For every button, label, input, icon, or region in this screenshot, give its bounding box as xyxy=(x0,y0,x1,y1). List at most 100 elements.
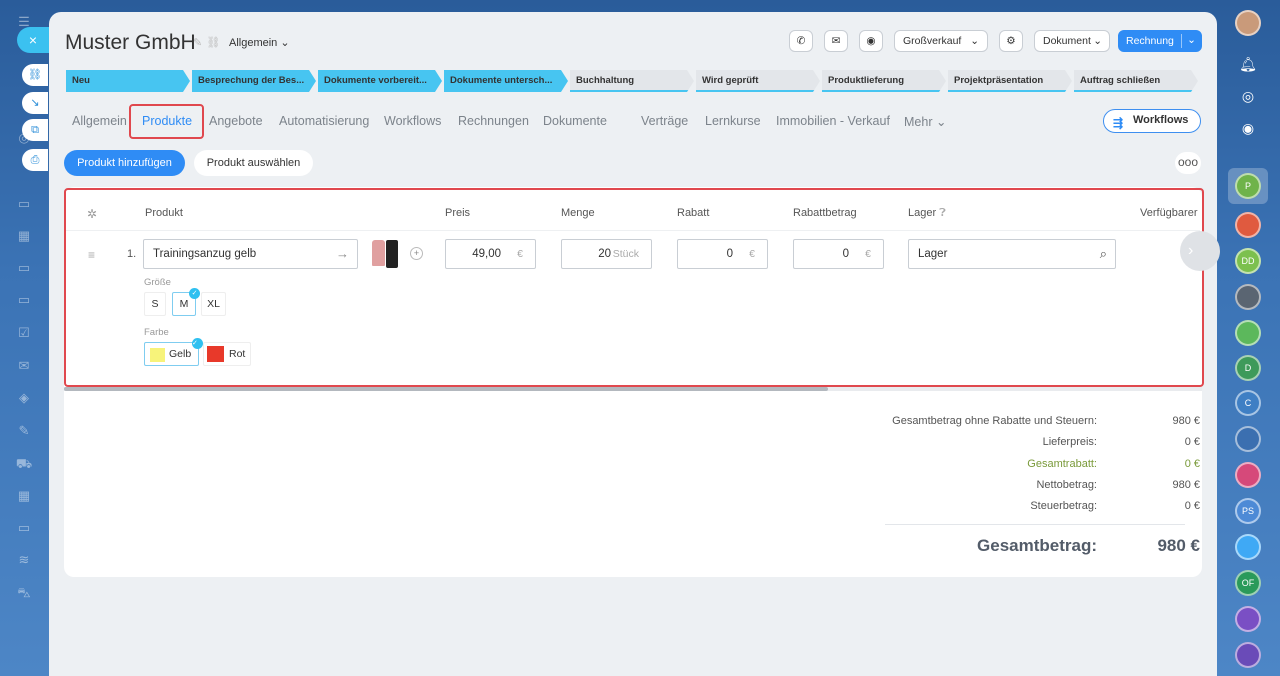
chat-avatar-of[interactable]: OF xyxy=(1235,570,1261,596)
product-image[interactable] xyxy=(370,238,401,270)
add-image-icon[interactable]: + xyxy=(410,247,423,260)
pants-image xyxy=(386,240,398,268)
category-selector[interactable]: Allgemein ⌄ xyxy=(229,36,290,49)
tab-rechnungen[interactable]: Rechnungen xyxy=(458,114,529,128)
stage-neu[interactable]: Neu xyxy=(66,70,190,92)
size-option-m[interactable]: M ✓ xyxy=(172,288,200,316)
color-option-gelb[interactable]: Gelb ✓ xyxy=(144,338,203,366)
chat-avatar-photo[interactable] xyxy=(1235,284,1261,310)
quantity-field[interactable]: 20 Stück xyxy=(561,239,652,269)
bell-icon[interactable]: 🔔︎ xyxy=(1235,53,1261,79)
mail-icon[interactable]: ✉ xyxy=(14,358,34,374)
chevron-down-icon[interactable]: ⌄ xyxy=(1181,34,1201,48)
net-amount-label: Nettobetrag: xyxy=(1036,479,1097,491)
stage-auftrag-schliessen[interactable]: Auftrag schließen xyxy=(1074,70,1198,92)
size-option-s[interactable]: S xyxy=(144,292,166,316)
monitor-icon[interactable]: ▭ xyxy=(14,292,34,308)
tab-vertraege[interactable]: Verträge xyxy=(641,114,688,128)
tab-lernkurse[interactable]: Lernkurse xyxy=(705,114,761,128)
chevron-right-icon: › xyxy=(1188,242,1194,259)
sign-icon[interactable]: ✎ xyxy=(14,423,34,439)
red-swatch xyxy=(207,346,224,362)
print-icon[interactable]: ⎙ xyxy=(22,149,48,171)
net-amount-value: 980 € xyxy=(1172,479,1200,491)
column-settings-icon[interactable]: ✲ xyxy=(87,207,97,221)
chat-avatar-group[interactable] xyxy=(1235,320,1261,346)
chat-icon[interactable]: ▭ xyxy=(14,196,34,212)
user-avatar[interactable] xyxy=(1235,10,1261,36)
search-icon[interactable]: ⌕ xyxy=(1100,240,1107,268)
tab-allgemein[interactable]: Allgemein xyxy=(72,114,127,128)
pipeline-select[interactable]: Großverkauf ⌄ xyxy=(894,30,988,52)
calendar-icon[interactable]: ▦ xyxy=(14,228,34,244)
size-option-xl[interactable]: XL xyxy=(201,292,226,316)
stage-produktlieferung[interactable]: Produktlieferung xyxy=(822,70,946,92)
tab-immobilien-verkauf[interactable]: Immobilien - Verkauf xyxy=(776,114,890,128)
grid-icon[interactable]: ▦ xyxy=(14,488,34,504)
cart-icon[interactable]: ⛟ xyxy=(14,456,34,472)
copilot-icon[interactable]: ◎ xyxy=(1235,85,1261,111)
tab-angebote[interactable]: Angebote xyxy=(209,114,263,128)
tasks-icon[interactable]: ☑ xyxy=(14,325,34,341)
product-name-field[interactable]: Trainingsanzug gelb → xyxy=(143,239,358,269)
chat-avatar-d[interactable]: D xyxy=(1235,355,1261,381)
phone-button[interactable]: ✆ xyxy=(789,30,813,52)
arrow-right-icon[interactable]: → xyxy=(336,240,349,268)
size-s-label: S xyxy=(151,298,159,310)
car-icon[interactable]: ⛍ xyxy=(14,585,34,601)
invoice-button[interactable]: Rechnung ⌄ xyxy=(1118,30,1202,52)
chat-avatar-dd[interactable]: DD xyxy=(1235,248,1261,274)
sites-icon[interactable]: ≋ xyxy=(14,552,34,568)
arrow-in-icon[interactable]: ↘ xyxy=(22,92,48,114)
chat-avatar-msg[interactable] xyxy=(1235,534,1261,560)
chat-avatar-calendar[interactable] xyxy=(1235,462,1261,488)
stock-field[interactable]: Lager ⌕ xyxy=(908,239,1116,269)
stage-besprechung[interactable]: Besprechung der Bes... xyxy=(192,70,316,92)
tab-dokumente[interactable]: Dokumente xyxy=(543,114,607,128)
scrollbar-thumb[interactable] xyxy=(64,387,828,391)
chat-avatar-red[interactable] xyxy=(1235,212,1261,238)
stage-wird-geprueft[interactable]: Wird geprüft xyxy=(696,70,820,92)
open-icon[interactable]: ⧉ xyxy=(22,119,48,141)
deal-slider-panel: Muster GmbH ✎⛓ Allgemein ⌄ ✆ ✉ ◉ Großver… xyxy=(49,12,1220,676)
settings-button[interactable]: ⚙ xyxy=(999,30,1023,52)
drag-handle-icon[interactable]: ≡ xyxy=(88,248,95,262)
workflows-button[interactable]: ⇶ Workflows xyxy=(1103,109,1201,133)
select-product-button[interactable]: Produkt auswählen xyxy=(194,150,313,176)
stage-dokumente-unterschreiben[interactable]: Dokumente untersch... xyxy=(444,70,568,92)
scroll-right-button[interactable]: › xyxy=(1180,231,1220,271)
help-icon[interactable]: ❓︎ xyxy=(939,207,946,219)
crm-icon[interactable]: ◈ xyxy=(14,390,34,406)
edit-link-icons[interactable]: ✎⛓ xyxy=(193,36,224,49)
discount-field[interactable]: 0 € xyxy=(677,239,768,269)
chat-button[interactable]: ◉ xyxy=(859,30,883,52)
close-slider-button[interactable]: × xyxy=(17,27,49,53)
stage-buchhaltung[interactable]: Buchhaltung xyxy=(570,70,694,92)
add-product-button[interactable]: Produkt hinzufügen xyxy=(64,150,185,176)
chat-avatar-team[interactable] xyxy=(1235,426,1261,452)
chat-bubble-icon[interactable]: ◉ xyxy=(1235,117,1261,143)
discount-amount-field[interactable]: 0 € xyxy=(793,239,884,269)
chat-avatar-purple2[interactable] xyxy=(1235,642,1261,668)
chat-avatar-purple[interactable] xyxy=(1235,606,1261,632)
chat-avatar-p[interactable]: P xyxy=(1235,173,1261,199)
color-option-rot[interactable]: Rot xyxy=(203,342,251,366)
price-field[interactable]: 49,00 € xyxy=(445,239,536,269)
more-button[interactable]: ooo xyxy=(1175,152,1201,174)
stage-bar: Neu Besprechung der Bes... Dokumente vor… xyxy=(66,70,1201,94)
link-icon[interactable]: ⛓ xyxy=(22,64,48,86)
chat-avatar-ps[interactable]: PS xyxy=(1235,498,1261,524)
tab-automatisierung[interactable]: Automatisierung xyxy=(279,114,369,128)
chat-avatar-c[interactable]: C xyxy=(1235,390,1261,416)
col-available: Verfügbarer xyxy=(1140,207,1198,219)
tab-mehr[interactable]: Mehr ⌄ xyxy=(904,114,946,129)
checkmark-icon: ✓ xyxy=(189,288,200,299)
stage-projektpraesentation[interactable]: Projektpräsentation xyxy=(948,70,1072,92)
tab-workflows[interactable]: Workflows xyxy=(384,114,441,128)
drive-icon[interactable]: ▭ xyxy=(14,260,34,276)
document-button[interactable]: Dokument ⌄ xyxy=(1034,30,1110,52)
stage-dokumente-vorbereiten[interactable]: Dokumente vorbereit... xyxy=(318,70,442,92)
totals-divider xyxy=(885,524,1185,525)
comment-icon[interactable]: ▭ xyxy=(14,520,34,536)
email-button[interactable]: ✉ xyxy=(824,30,848,52)
